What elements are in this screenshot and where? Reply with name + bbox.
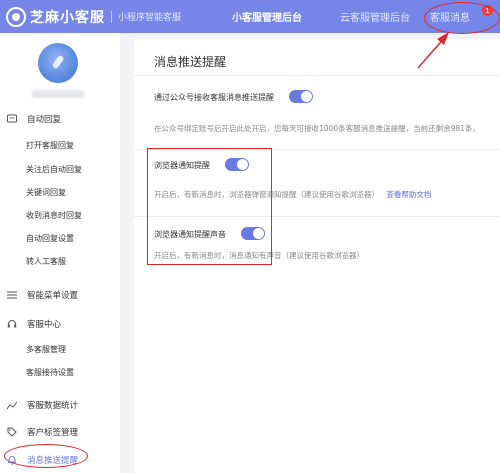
annotation-arrow xyxy=(417,32,449,69)
